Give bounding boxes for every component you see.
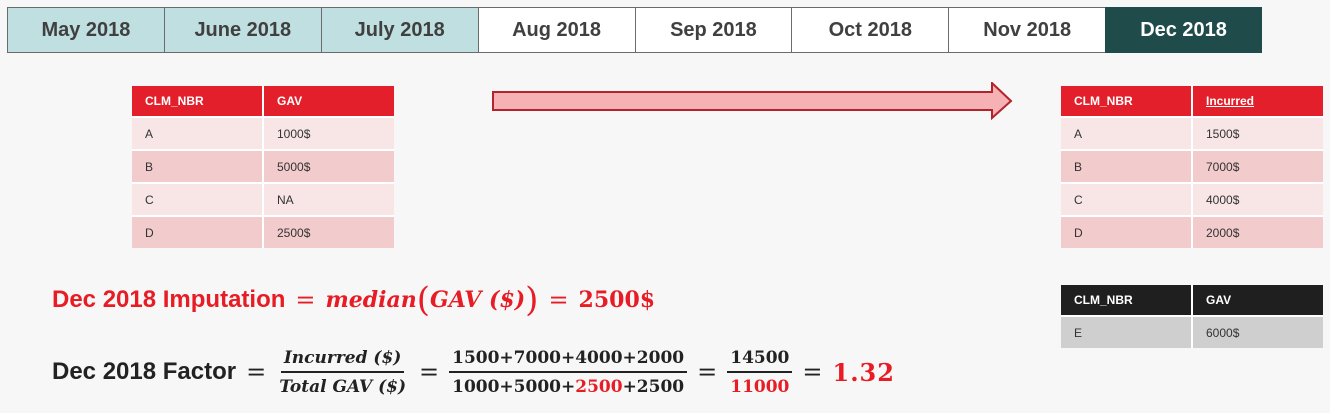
cell-clm: C — [1061, 182, 1191, 215]
month-nov: Nov 2018 — [948, 7, 1106, 53]
sum-fraction: 1500+7000+4000+2000 1000+5000+2500+2500 — [449, 348, 688, 397]
cell-clm: A — [1061, 116, 1191, 149]
table-row: C 4000$ — [1061, 182, 1323, 215]
col-header-clm-nbr: CLM_NBR — [132, 86, 262, 116]
equals-sign: = — [697, 358, 718, 386]
cell-value: 2500$ — [262, 215, 394, 248]
cell-value: 1000$ — [262, 116, 394, 149]
denominator-part: 1000+5000+ — [452, 376, 576, 397]
cell-clm: C — [132, 182, 262, 215]
cell-value: NA — [262, 182, 394, 215]
cell-clm: B — [132, 149, 262, 182]
month-may: May 2018 — [7, 7, 164, 53]
equals-sign: = — [246, 358, 267, 386]
month-aug: Aug 2018 — [477, 7, 635, 53]
ratio-fraction: Incurred ($) Total GAV ($) — [276, 348, 409, 397]
table-header-row: CLM_NBR GAV — [1061, 285, 1323, 315]
month-oct: Oct 2018 — [791, 7, 949, 53]
timeline: May 2018 June 2018 July 2018 Aug 2018 Se… — [7, 7, 1262, 53]
col-header-clm-nbr: CLM_NBR — [1061, 285, 1191, 315]
col-header-clm-nbr: CLM_NBR — [1061, 86, 1191, 116]
total-fraction: 14500 11000 — [727, 348, 793, 397]
incurred-table: CLM_NBR Incurred A 1500$ B 7000$ C 4000$ D2… — [1061, 86, 1323, 248]
fraction-numerator: 14500 — [727, 348, 793, 373]
fraction-numerator: Incurred ($) — [280, 348, 405, 373]
table-row: A 1500$ — [1061, 116, 1323, 149]
cell-clm: D — [132, 215, 262, 248]
cell-value: 6000$ — [1191, 315, 1323, 348]
fraction-numerator: 1500+7000+4000+2000 — [449, 348, 688, 373]
imputation-label: Dec 2018 Imputation — [52, 286, 286, 313]
equals-sign: = — [295, 286, 316, 314]
table-header-row: CLM_NBR Incurred — [1061, 86, 1323, 116]
cell-value: 7000$ — [1191, 149, 1323, 182]
table-row: E 6000$ — [1061, 315, 1323, 348]
imputation-formula: Dec 2018 Imputation = median ( GAV ($) )… — [52, 279, 655, 321]
month-dec: Dec 2018 — [1105, 7, 1262, 53]
cell-clm: E — [1061, 315, 1191, 348]
gav-table: CLM_NBR GAV A 1000$ B 5000$ C NA D 2500$ — [132, 86, 394, 248]
col-header-incurred: Incurred — [1191, 86, 1323, 116]
cell-value: 1500$ — [1191, 116, 1323, 149]
table-row: D 2000$ — [1061, 215, 1323, 248]
imputation-result: 2500$ — [578, 287, 656, 313]
table-row: C NA — [132, 182, 394, 215]
equals-sign: = — [802, 358, 823, 386]
cell-clm: D — [1061, 215, 1191, 248]
fraction-denominator: Total GAV ($) — [279, 376, 406, 397]
month-july: July 2018 — [320, 7, 478, 53]
open-paren: ( — [416, 280, 431, 320]
factor-label: Dec 2018 Factor — [52, 358, 237, 385]
table-row: A 1000$ — [132, 116, 394, 149]
equals-sign: = — [548, 286, 569, 314]
equals-sign: = — [419, 358, 440, 386]
close-paren: ) — [525, 280, 539, 320]
month-sep: Sep 2018 — [634, 7, 792, 53]
cell-value: 5000$ — [262, 149, 394, 182]
cell-value: 4000$ — [1191, 182, 1323, 215]
fraction-denominator: 1000+5000+2500+2500 — [449, 373, 687, 397]
table-row: D 2500$ — [132, 215, 394, 248]
fraction-denominator: 11000 — [730, 376, 790, 397]
median-function: median — [325, 287, 417, 313]
imputed-value: 2500 — [575, 376, 623, 397]
cell-clm: A — [132, 116, 262, 149]
factor-formula: Dec 2018 Factor = Incurred ($) Total GAV… — [52, 342, 895, 402]
denominator-part: +2500 — [622, 376, 685, 397]
median-argument: GAV ($) — [430, 287, 526, 313]
cell-clm: B — [1061, 149, 1191, 182]
col-header-gav: GAV — [262, 86, 394, 116]
table-row: B 7000$ — [1061, 149, 1323, 182]
month-june: June 2018 — [163, 7, 321, 53]
right-arrow-icon — [492, 82, 1013, 120]
table-row: B 5000$ — [132, 149, 394, 182]
col-header-gav: GAV — [1191, 285, 1323, 315]
cell-value: 2000$ — [1191, 215, 1323, 248]
table-header-row: CLM_NBR GAV — [132, 86, 394, 116]
new-claim-table: CLM_NBR GAV E 6000$ — [1061, 285, 1323, 348]
factor-result: 1.32 — [832, 357, 895, 387]
